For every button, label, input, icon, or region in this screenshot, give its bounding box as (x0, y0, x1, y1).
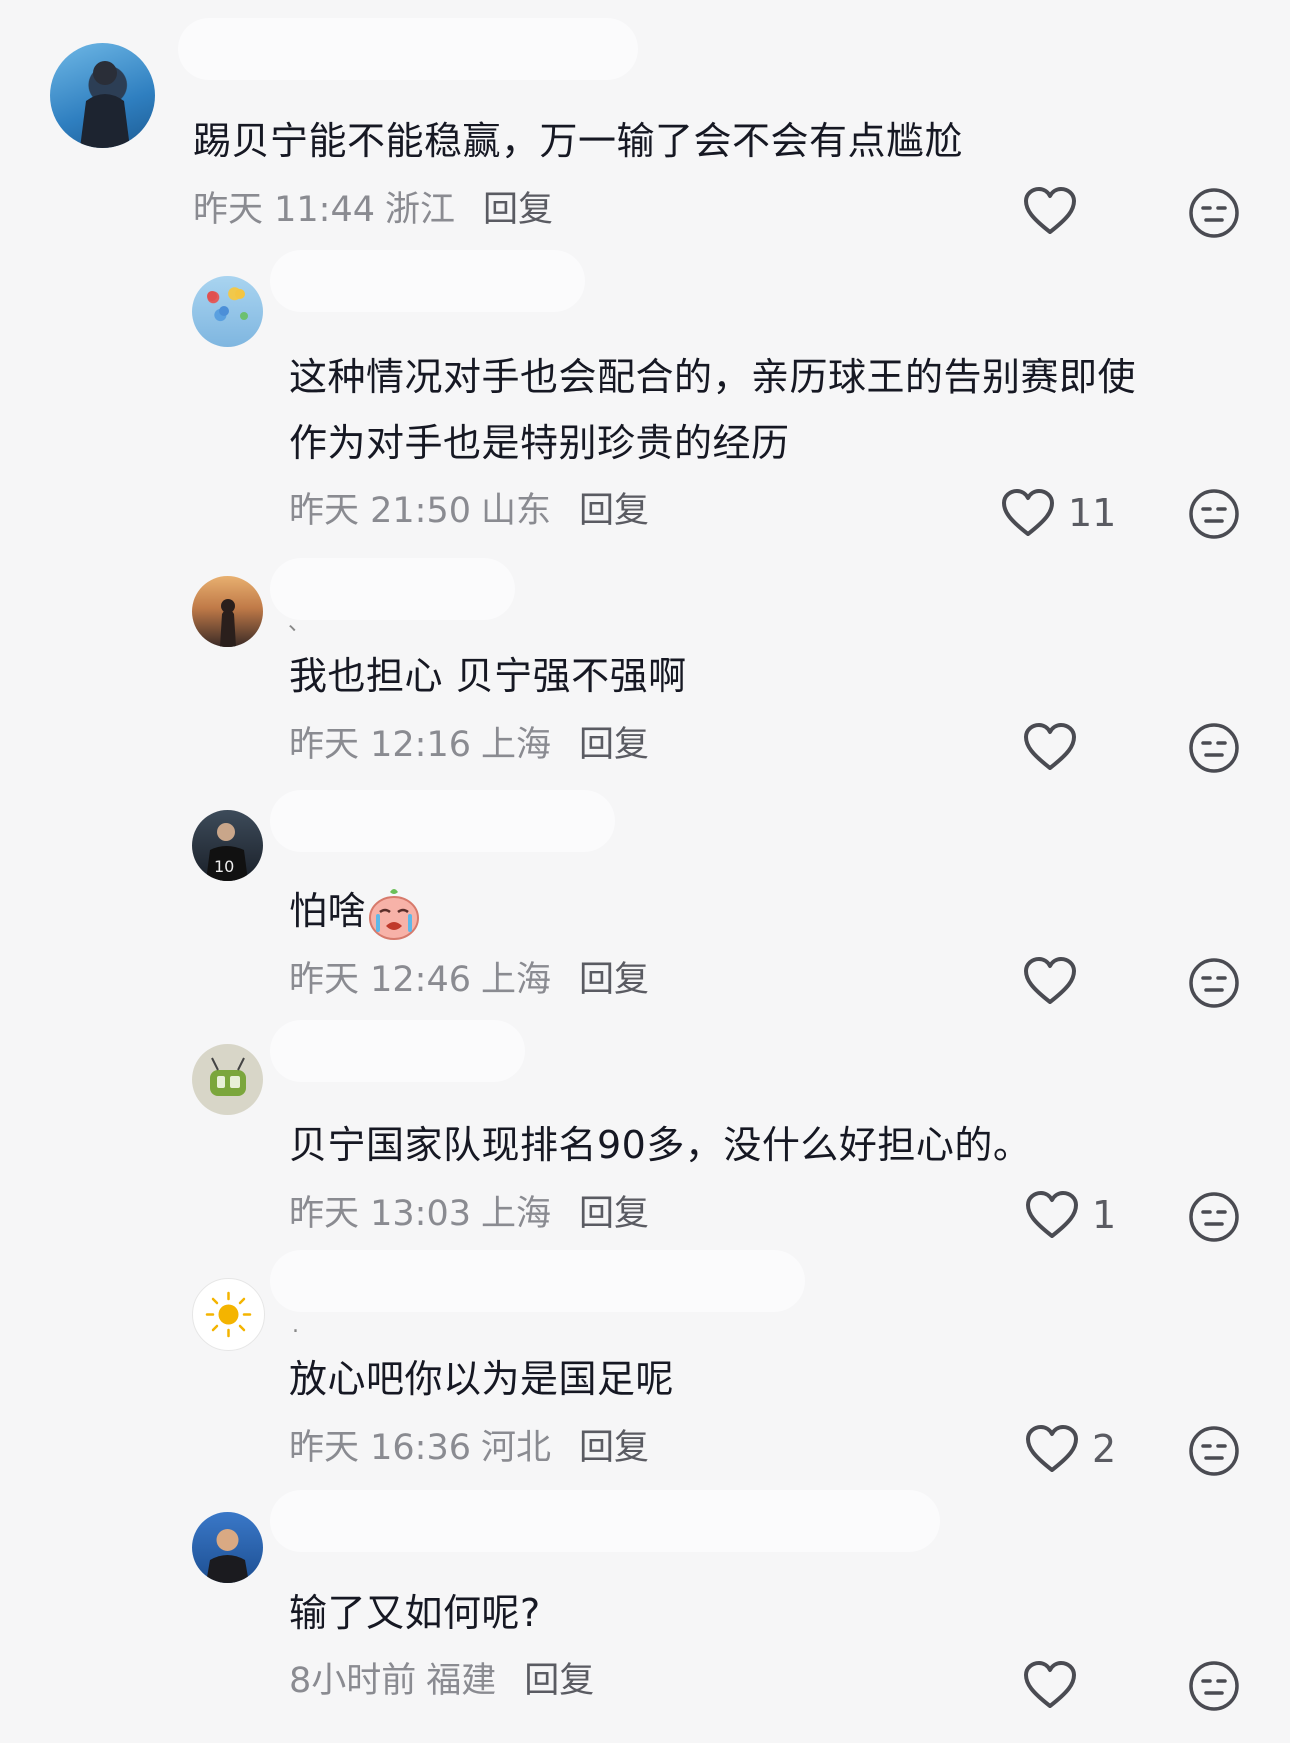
avatar[interactable] (192, 576, 263, 647)
heart-outline-icon (1026, 1425, 1078, 1472)
avatar[interactable] (192, 1512, 263, 1583)
reply-button[interactable]: 回复 (579, 491, 649, 531)
comment-time: 昨天 21:50 (289, 491, 471, 531)
avatar[interactable] (50, 43, 155, 148)
like-button[interactable] (1022, 186, 1090, 236)
avatar-image (206, 1529, 249, 1583)
reply-button[interactable]: 回复 (579, 1428, 649, 1468)
comment-time: 昨天 13:03 (289, 1194, 471, 1234)
username-masked[interactable] (270, 1250, 805, 1312)
neutral-face-icon[interactable] (1188, 1660, 1240, 1712)
svg-text:10: 10 (214, 857, 234, 876)
heart-outline-icon (1024, 1661, 1076, 1708)
like-button[interactable]: 11 (1000, 488, 1116, 538)
avatar[interactable] (192, 1044, 263, 1115)
neutral-face-icon[interactable] (1188, 722, 1240, 774)
comment-location: 河北 (481, 1428, 552, 1468)
avatar-image (220, 599, 236, 647)
username-masked[interactable] (270, 790, 615, 852)
avatar-image (205, 1291, 252, 1338)
avatar[interactable] (192, 1278, 265, 1351)
heart-outline-icon (1002, 489, 1054, 536)
comment-text: 踢贝宁能不能稳赢，万一输了会不会有点尴尬 (193, 119, 964, 163)
avatar-image: 10 (206, 823, 248, 881)
comment-time: 昨天 16:36 (289, 1428, 471, 1468)
neutral-face-icon[interactable] (1188, 1191, 1240, 1243)
avatar-image (207, 289, 248, 320)
neutral-face-icon[interactable] (1188, 1425, 1240, 1477)
neutral-face-icon[interactable] (1188, 187, 1240, 239)
like-count: 1 (1092, 1193, 1117, 1237)
avatar[interactable]: 10 (192, 810, 263, 881)
username-masked[interactable] (178, 18, 638, 80)
comment-location: 山东 (481, 491, 552, 531)
comment-text: 放心吧你以为是国足呢 (289, 1357, 675, 1401)
neutral-face-icon[interactable] (1188, 957, 1240, 1009)
comment-meta: 昨天 21:50 山东 回复 (289, 488, 649, 534)
comment-text: 我也担心 贝宁强不强啊 (289, 654, 687, 698)
heart-outline-icon (1024, 957, 1076, 1004)
reply-button[interactable]: 回复 (579, 1194, 649, 1234)
avatar-image (80, 61, 130, 148)
like-count: 11 (1068, 491, 1117, 535)
like-button[interactable]: 2 (1024, 1424, 1116, 1474)
comment-meta: 昨天 12:16 上海 回复 (289, 722, 649, 768)
username-masked[interactable] (270, 1020, 525, 1082)
comment-meta: 昨天 13:03 上海 回复 (289, 1191, 649, 1237)
like-button[interactable] (1022, 956, 1090, 1006)
reply-button[interactable]: 回复 (579, 960, 649, 1000)
reply-button[interactable]: 回复 (524, 1661, 594, 1701)
crying-face-emoji (369, 888, 420, 940)
comment-location: 福建 (426, 1661, 497, 1701)
comment-meta: 昨天 16:36 河北 回复 (289, 1425, 649, 1471)
comment-time: 昨天 11:44 (193, 190, 375, 230)
like-button[interactable] (1022, 722, 1090, 772)
like-button[interactable] (1022, 1660, 1090, 1710)
comment-text: 这种情况对手也会配合的，亲历球王的告别赛即使 (289, 355, 1137, 399)
avatar[interactable] (192, 276, 263, 347)
reply-button[interactable]: 回复 (483, 190, 553, 230)
comment-text: 贝宁国家队现排名90多，没什么好担心的。 (289, 1123, 1032, 1167)
username-fragment: . (292, 1313, 299, 1338)
comment-meta: 昨天 12:46 上海 回复 (289, 957, 649, 1003)
comment-location: 浙江 (385, 190, 456, 230)
comment-text: 怕啥 (289, 878, 422, 944)
comment-meta: 昨天 11:44 浙江 回复 (193, 187, 553, 233)
comment-list: 踢贝宁能不能稳赢，万一输了会不会有点尴尬 昨天 11:44 浙江 回复 这种情况对手… (0, 0, 1290, 1743)
comment-location: 上海 (481, 1194, 552, 1234)
comment-time: 昨天 12:16 (289, 725, 471, 765)
comment-meta: 8小时前 福建 回复 (289, 1658, 594, 1704)
neutral-face-icon[interactable] (1188, 488, 1240, 540)
username-fragment: 、 (288, 611, 311, 636)
reply-button[interactable]: 回复 (579, 725, 649, 765)
heart-outline-icon (1026, 1191, 1078, 1238)
heart-outline-icon (1024, 187, 1076, 234)
comment-text-content: 怕啥 (289, 889, 367, 933)
username-masked[interactable] (270, 250, 585, 312)
like-button[interactable]: 1 (1024, 1190, 1116, 1240)
comment-text: 作为对手也是特别珍贵的经历 (289, 421, 790, 465)
comment-text: 输了又如何呢? (289, 1591, 541, 1635)
username-masked[interactable] (270, 1490, 940, 1552)
comment-time: 昨天 12:46 (289, 960, 471, 1000)
comment-time: 8小时前 (289, 1661, 417, 1701)
like-count: 2 (1092, 1427, 1117, 1471)
avatar-image (210, 1057, 246, 1096)
comment-location: 上海 (481, 725, 552, 765)
heart-outline-icon (1024, 723, 1076, 770)
comment-location: 上海 (481, 960, 552, 1000)
